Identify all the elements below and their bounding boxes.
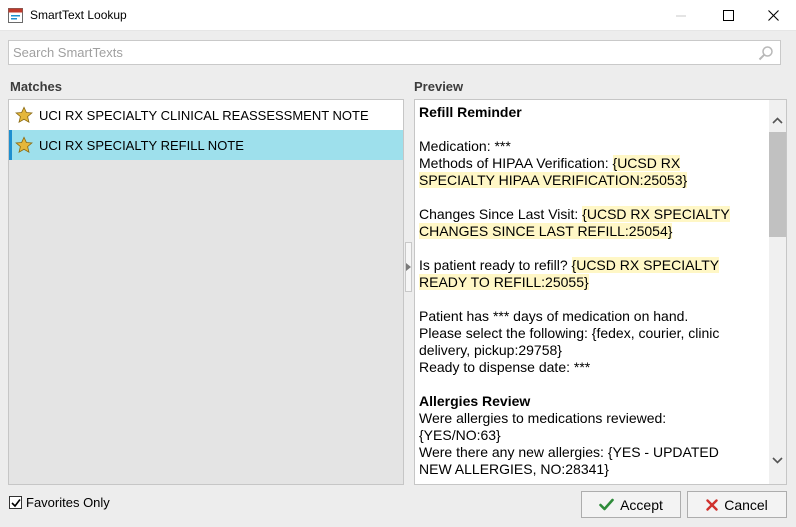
cancel-button[interactable]: Cancel bbox=[687, 491, 787, 518]
changes-smartlink-cont[interactable]: CHANGES SINCE LAST REFILL:25054} bbox=[419, 223, 673, 239]
scroll-up-button[interactable] bbox=[769, 112, 786, 128]
changes-line: Changes Since Last Visit: {UCSD RX SPECI… bbox=[419, 206, 769, 223]
favorites-checkbox[interactable] bbox=[9, 496, 22, 509]
ready-smartlink[interactable]: {UCSD RX SPECIALTY bbox=[571, 257, 720, 273]
minimize-icon bbox=[676, 15, 686, 16]
dispense-line: Ready to dispense date: *** bbox=[419, 359, 591, 375]
matches-label: Matches bbox=[10, 79, 63, 94]
maximize-icon bbox=[722, 10, 734, 21]
splitter-handle[interactable] bbox=[405, 242, 412, 292]
scroll-down-button[interactable] bbox=[769, 452, 786, 468]
minimize-button[interactable] bbox=[658, 0, 704, 31]
match-item-clinical-reassessment[interactable]: UCI RX SPECIALTY CLINICAL REASSESSMENT N… bbox=[9, 100, 403, 130]
hipaa-line: Methods of HIPAA Verification: {UCSD RX bbox=[419, 155, 769, 172]
scroll-thumb[interactable] bbox=[769, 132, 786, 237]
maximize-button[interactable] bbox=[705, 0, 751, 31]
preview-label: Preview bbox=[414, 79, 464, 94]
ready-smartlink-cont[interactable]: READY TO REFILL:25055} bbox=[419, 274, 589, 290]
select-line-cont: delivery, pickup:29758} bbox=[419, 342, 562, 358]
chevron-right-icon bbox=[406, 263, 411, 271]
preview-scrollbar[interactable] bbox=[769, 100, 786, 484]
match-item-label: UCI RX SPECIALTY REFILL NOTE bbox=[39, 137, 244, 153]
favorites-only-label: Favorites Only bbox=[26, 495, 110, 510]
search-input[interactable] bbox=[9, 41, 749, 64]
checkmark-icon bbox=[10, 498, 21, 507]
close-window-button[interactable] bbox=[750, 0, 796, 31]
cancel-label: Cancel bbox=[724, 496, 768, 513]
allergies-line: Were allergies to medications reviewed: bbox=[419, 410, 667, 426]
preview-heading: Refill Reminder bbox=[419, 104, 522, 120]
check-icon bbox=[599, 498, 614, 511]
ready-prefix: Is patient ready to refill? bbox=[419, 257, 572, 273]
chevron-down-icon bbox=[772, 456, 783, 464]
days-line: Patient has *** days of medication on ha… bbox=[419, 308, 689, 324]
hipaa-prefix: Methods of HIPAA Verification: bbox=[419, 155, 613, 171]
search-box bbox=[8, 40, 781, 65]
favorite-star-icon[interactable] bbox=[15, 136, 33, 154]
favorite-star-icon[interactable] bbox=[15, 106, 33, 124]
matches-list: UCI RX SPECIALTY CLINICAL REASSESSMENT N… bbox=[8, 99, 404, 485]
cancel-x-icon bbox=[706, 498, 718, 511]
changes-smartlink[interactable]: {UCSD RX SPECIALTY bbox=[582, 206, 730, 222]
accept-button[interactable]: Accept bbox=[581, 491, 681, 518]
match-item-label: UCI RX SPECIALTY CLINICAL REASSESSMENT N… bbox=[39, 107, 369, 123]
hipaa-smartlink[interactable]: {UCSD RX bbox=[612, 155, 681, 171]
ready-line: Is patient ready to refill? {UCSD RX SPE… bbox=[419, 257, 769, 274]
select-line: Please select the following: {fedex, cou… bbox=[419, 325, 720, 341]
chevron-up-icon bbox=[772, 116, 783, 124]
allergies-heading: Allergies Review bbox=[419, 393, 531, 409]
search-icon[interactable] bbox=[758, 45, 774, 61]
preview-panel: Refill Reminder Medication: *** Methods … bbox=[414, 99, 787, 485]
changes-prefix: Changes Since Last Visit: bbox=[419, 206, 583, 222]
medication-line: Medication: *** bbox=[419, 138, 511, 154]
title-bar: SmartText Lookup bbox=[0, 0, 796, 31]
new-allergies-line: Were there any new allergies: {YES - UPD… bbox=[419, 444, 719, 460]
close-icon bbox=[767, 10, 779, 21]
accept-label: Accept bbox=[620, 496, 663, 513]
preview-content: Refill Reminder Medication: *** Methods … bbox=[419, 104, 769, 478]
window-title: SmartText Lookup bbox=[30, 8, 127, 22]
hipaa-smartlink-cont[interactable]: SPECIALTY HIPAA VERIFICATION:25053} bbox=[419, 172, 688, 188]
favorites-only-toggle[interactable]: Favorites Only bbox=[9, 495, 110, 510]
smarttext-app-icon bbox=[8, 8, 23, 23]
allergies-line-cont: {YES/NO:63} bbox=[419, 427, 501, 443]
match-item-refill-note[interactable]: UCI RX SPECIALTY REFILL NOTE bbox=[9, 130, 403, 160]
new-allergies-line-cont: NEW ALLERGIES, NO:28341} bbox=[419, 461, 609, 477]
